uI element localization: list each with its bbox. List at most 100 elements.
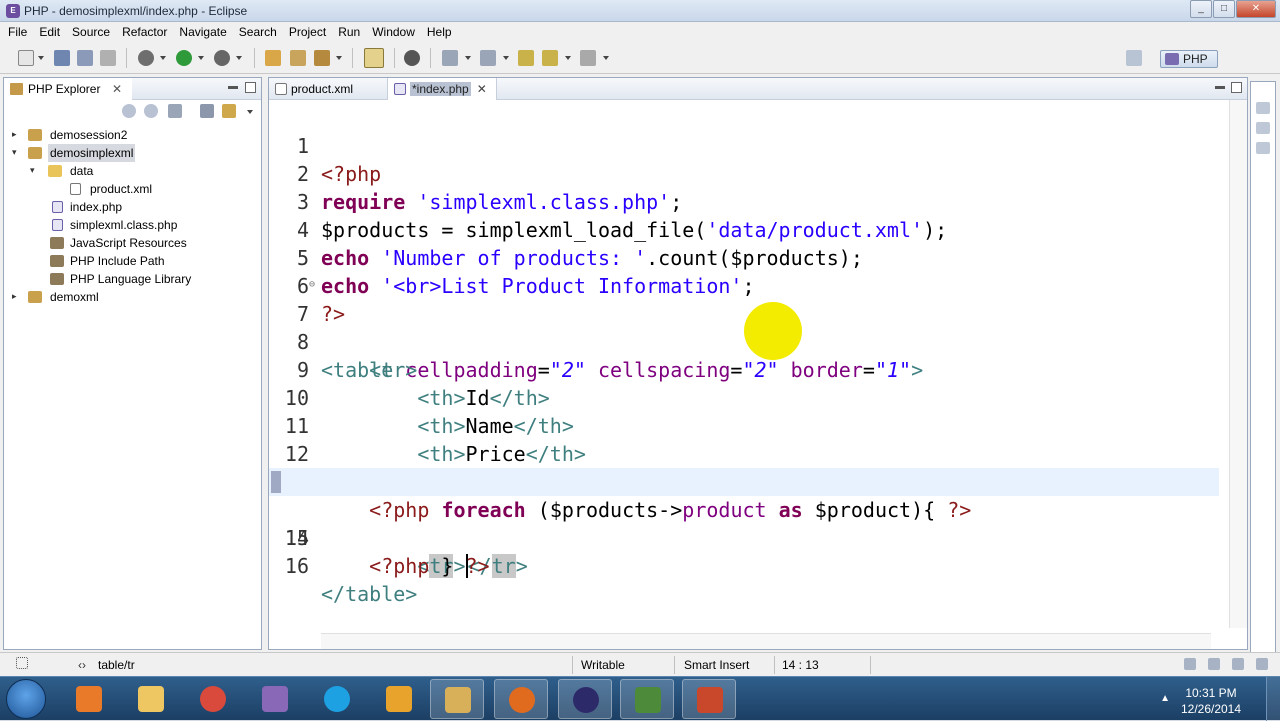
forward-icon[interactable] [580, 50, 596, 66]
fast-view-icon[interactable] [16, 657, 28, 669]
show-desktop-button[interactable] [1266, 677, 1280, 721]
problems-view-icon[interactable] [1256, 142, 1270, 154]
external-tools-dropdown-icon[interactable] [236, 56, 242, 60]
collapse-all-icon[interactable] [200, 104, 214, 118]
prev-annotation-icon[interactable] [480, 50, 496, 66]
open-dropdown-icon[interactable] [336, 56, 342, 60]
debug-dropdown-icon[interactable] [160, 56, 166, 60]
system-clock[interactable]: 10:31 PM 12/26/2014 [1176, 685, 1246, 717]
back-dropdown-icon[interactable] [565, 56, 571, 60]
last-edit-icon[interactable] [518, 50, 534, 66]
open-resource-icon[interactable] [314, 50, 330, 66]
restore-view-icon[interactable] [1184, 658, 1196, 670]
maximize-editor-icon[interactable] [1231, 82, 1242, 93]
taskbar-file-manager[interactable] [124, 679, 178, 719]
expand-icon[interactable]: ▸ [12, 292, 21, 301]
tree-item-demosimplexml[interactable]: ▾ demosimplexml [4, 144, 261, 162]
external-tools-icon[interactable] [214, 50, 230, 66]
tree-item-javascript-resources[interactable]: JavaScript Resources [4, 234, 261, 252]
console-view-icon[interactable] [1208, 658, 1220, 670]
menu-navigate[interactable]: Navigate [173, 22, 232, 42]
up-icon[interactable] [168, 104, 182, 118]
problems-icon[interactable] [1256, 658, 1268, 670]
run-icon[interactable] [176, 50, 192, 66]
tree-item-product-xml[interactable]: product.xml [4, 180, 261, 198]
tree-item-data[interactable]: ▾ data [4, 162, 261, 180]
open-type-icon[interactable] [290, 50, 306, 66]
menu-run[interactable]: Run [332, 22, 366, 42]
menu-file[interactable]: File [2, 22, 33, 42]
tab-php-explorer[interactable]: PHP Explorer ✕ [4, 78, 132, 100]
tree-item-php-include-path[interactable]: PHP Include Path [4, 252, 261, 270]
menu-source[interactable]: Source [66, 22, 116, 42]
outline-view-icon[interactable] [1256, 102, 1270, 114]
maximize-button[interactable]: □ [1213, 0, 1235, 18]
horizontal-scrollbar[interactable] [321, 633, 1211, 649]
run-dropdown-icon[interactable] [198, 56, 204, 60]
close-icon[interactable]: ✕ [477, 82, 487, 96]
next-annotation-dropdown-icon[interactable] [465, 56, 471, 60]
tree-item-demoxml[interactable]: ▸ demoxml [4, 288, 261, 306]
menu-edit[interactable]: Edit [33, 22, 66, 42]
taskbar-chrome[interactable] [186, 679, 240, 719]
collapse-icon[interactable]: ▾ [30, 166, 39, 175]
tree-item-demosession2[interactable]: ▸ demosession2 [4, 126, 261, 144]
tree-item-php-language-library[interactable]: PHP Language Library [4, 270, 261, 288]
minimize-view-icon[interactable] [228, 86, 238, 89]
taskbar-notepad[interactable] [620, 679, 674, 719]
forward-arrow-icon[interactable] [144, 104, 158, 118]
expand-icon[interactable]: ▸ [12, 130, 21, 139]
save-icon[interactable] [54, 50, 70, 66]
close-icon[interactable]: ✕ [112, 78, 122, 100]
code-area[interactable]: 1 <?php 2 require 'simplexml.class.php';… [269, 104, 1219, 636]
taskbar-tools[interactable] [248, 679, 302, 719]
save-all-icon[interactable] [77, 50, 93, 66]
progress-view-icon[interactable] [1232, 658, 1244, 670]
taskbar-eclipse[interactable] [558, 679, 612, 719]
start-button[interactable] [6, 679, 46, 719]
taskbar-firefox[interactable] [494, 679, 548, 719]
taskbar-skype[interactable] [310, 679, 364, 719]
php-perspective-button[interactable]: PHP [1160, 50, 1218, 68]
taskbar-powerpoint[interactable] [682, 679, 736, 719]
php-explorer-toggle-icon[interactable] [404, 50, 420, 66]
tab-index-php[interactable]: *index.php ✕ [387, 78, 497, 100]
menu-help[interactable]: Help [421, 22, 458, 42]
menu-window[interactable]: Window [366, 22, 421, 42]
tab-product-xml[interactable]: product.xml [269, 78, 387, 100]
fold-toggle-icon[interactable]: ⊖ [309, 280, 319, 290]
menu-refactor[interactable]: Refactor [116, 22, 173, 42]
prev-annotation-dropdown-icon[interactable] [503, 56, 509, 60]
mark-occurrences-icon[interactable] [364, 48, 384, 68]
taskbar-outlook[interactable] [372, 679, 426, 719]
current-line-marker [271, 471, 281, 493]
maximize-view-icon[interactable] [245, 82, 256, 93]
next-annotation-icon[interactable] [442, 50, 458, 66]
taskbar-explorer-folder[interactable] [430, 679, 484, 719]
taskbar-media-player[interactable] [62, 679, 116, 719]
back-icon[interactable] [542, 50, 558, 66]
debug-icon[interactable] [138, 50, 154, 66]
open-folder-icon[interactable] [265, 50, 281, 66]
tools-icon [262, 686, 288, 712]
vertical-scrollbar[interactable] [1229, 100, 1247, 628]
tree-item-simplexml-class-php[interactable]: simplexml.class.php [4, 216, 261, 234]
new-dropdown-icon[interactable] [38, 56, 44, 60]
open-perspective-icon[interactable] [1126, 50, 1142, 66]
new-icon[interactable] [18, 50, 34, 66]
menu-project[interactable]: Project [283, 22, 332, 42]
minimize-editor-icon[interactable] [1215, 86, 1225, 89]
tree-item-index-php[interactable]: index.php [4, 198, 261, 216]
minimize-button[interactable]: _ [1190, 0, 1212, 18]
collapse-icon[interactable]: ▾ [12, 148, 21, 157]
link-editor-icon[interactable] [222, 104, 236, 118]
view-menu-icon[interactable] [247, 110, 253, 114]
print-icon[interactable] [100, 50, 116, 66]
close-button[interactable]: ✕ [1236, 0, 1276, 18]
menu-search[interactable]: Search [233, 22, 283, 42]
back-arrow-icon[interactable] [122, 104, 136, 118]
forward-dropdown-icon[interactable] [603, 56, 609, 60]
tray-expand-icon[interactable]: ▲ [1160, 693, 1170, 704]
project-icon [28, 147, 42, 159]
task-list-icon[interactable] [1256, 122, 1270, 134]
